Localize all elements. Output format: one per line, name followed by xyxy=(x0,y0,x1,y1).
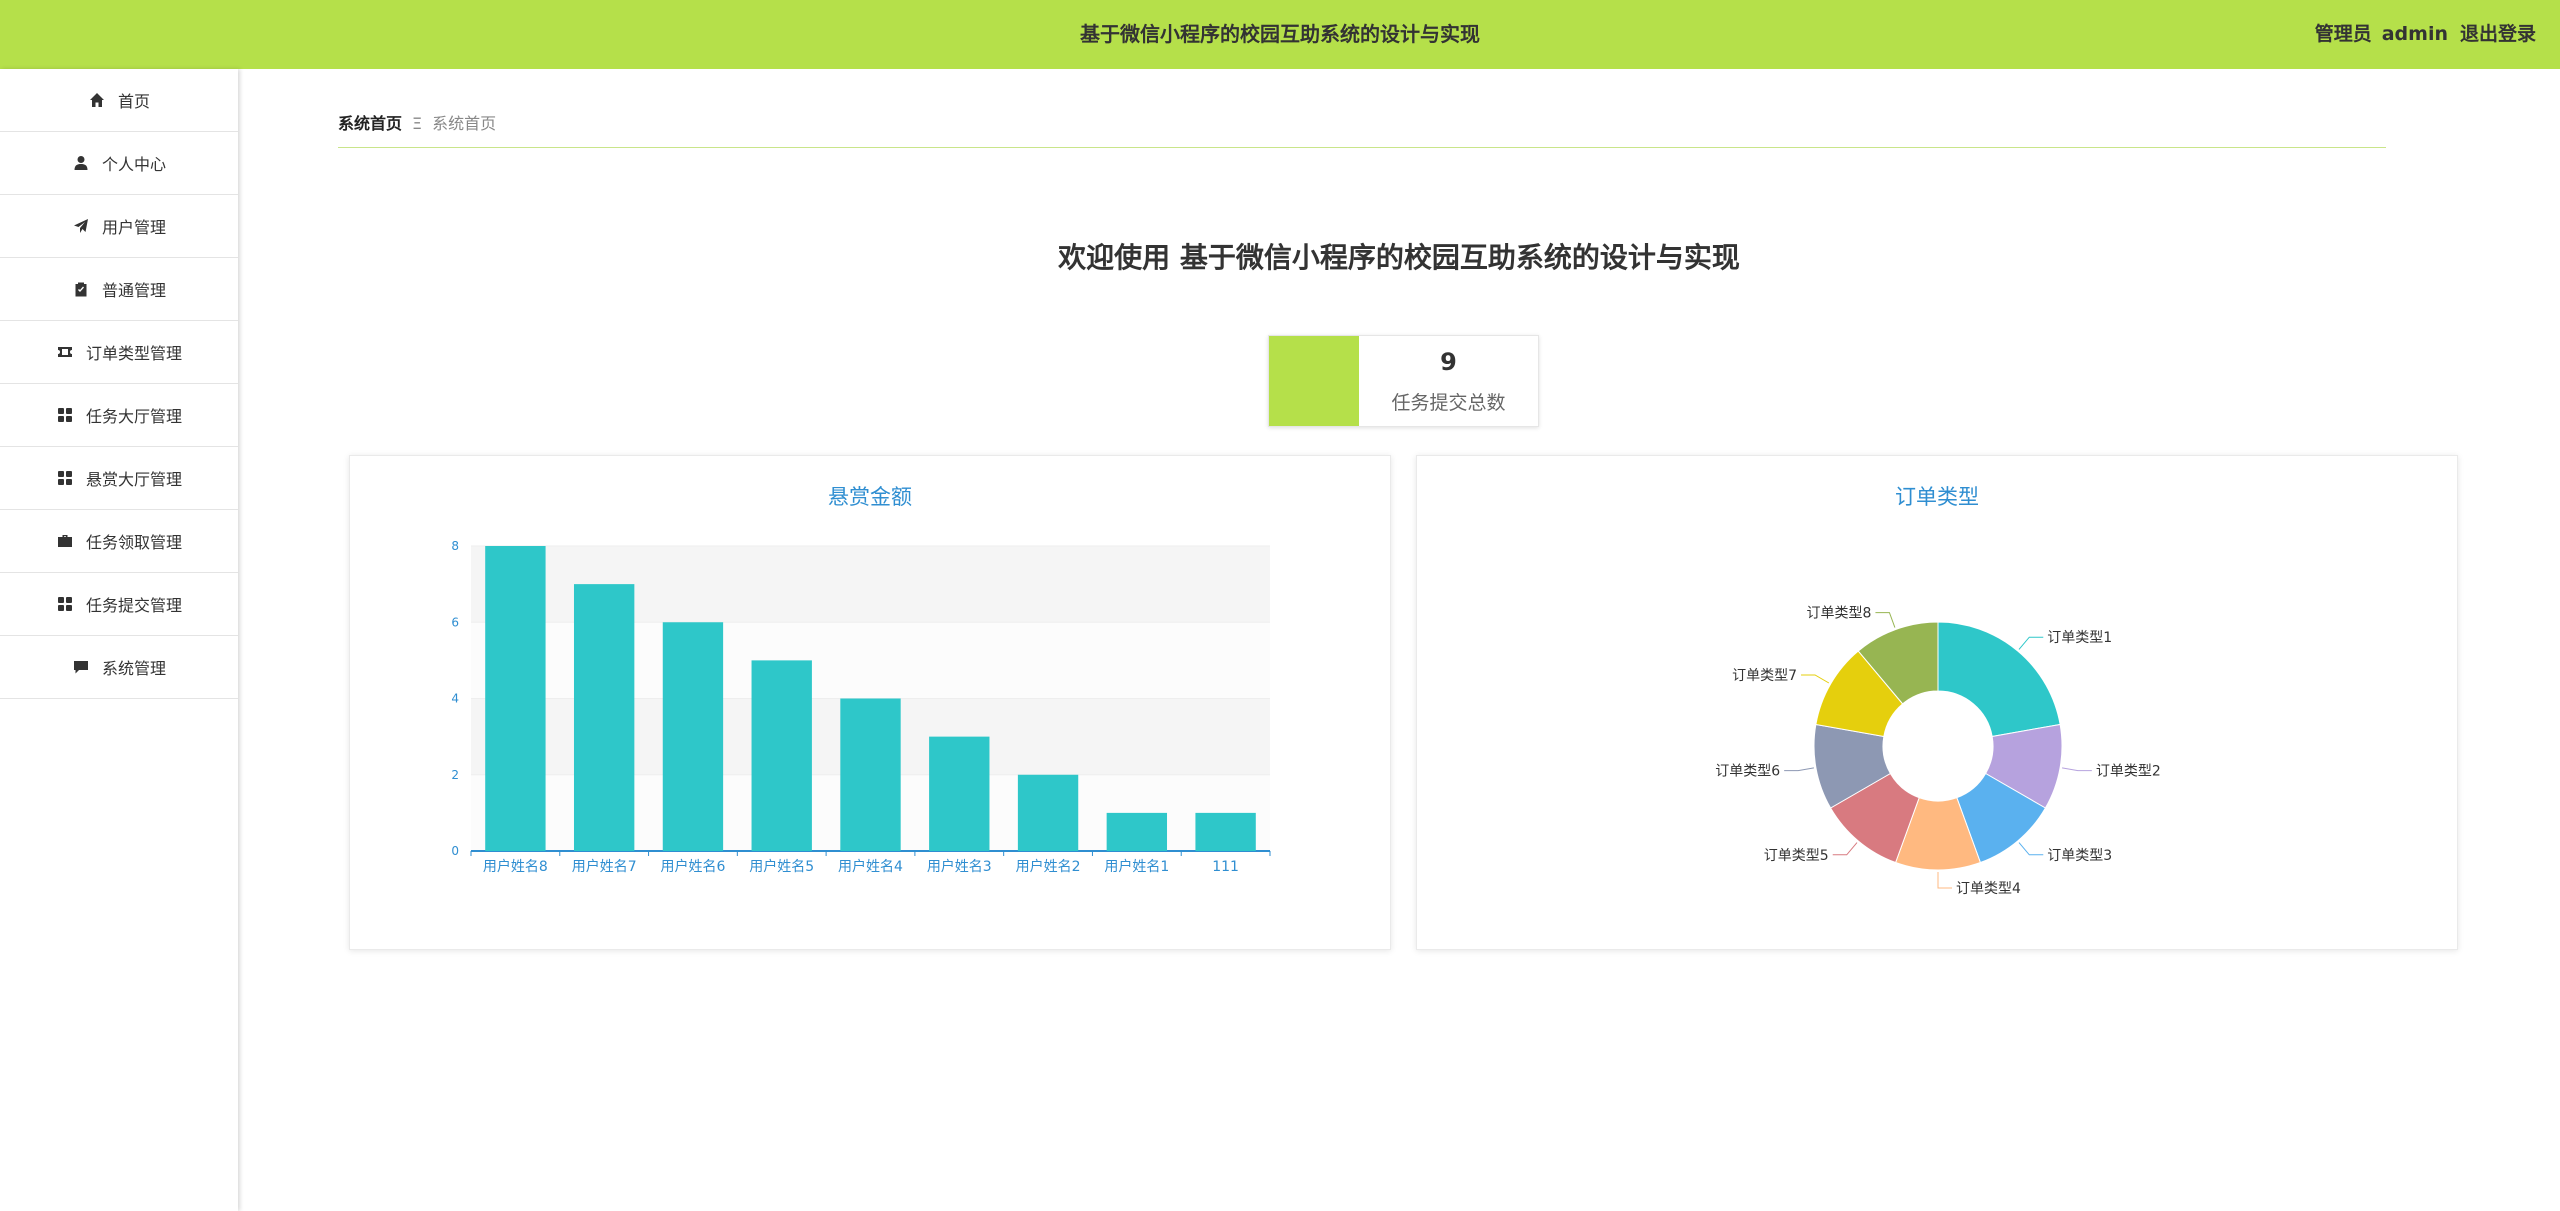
sidebar-item-general[interactable]: 普通管理 xyxy=(0,258,238,321)
x-tick-label: 用户姓名3 xyxy=(927,858,992,875)
bar[interactable] xyxy=(751,660,812,851)
bar[interactable] xyxy=(840,698,901,852)
sidebar-item-system[interactable]: 系统管理 xyxy=(0,636,238,699)
user-icon xyxy=(72,154,90,172)
clipboard-icon xyxy=(72,280,90,298)
sidebar-item-label: 用户管理 xyxy=(101,218,166,237)
paper-plane-icon xyxy=(72,217,90,235)
sidebar-item-label: 普通管理 xyxy=(101,281,166,300)
pie-label: 订单类型8 xyxy=(1807,606,1872,622)
grid-icon xyxy=(56,595,74,613)
sidebar-item-users[interactable]: 用户管理 xyxy=(0,195,238,258)
reward-amount-panel: 悬赏金额 0 2 4 6 8 用户姓名8 用户姓名7 用户姓名6 用户姓名5 用户姓名4 用户姓名3… xyxy=(349,455,1391,950)
grid-icon xyxy=(56,406,74,424)
pie-label: 订单类型2 xyxy=(2096,764,2161,780)
briefcase-icon xyxy=(56,532,74,550)
stat-card: 9 任务提交总数 xyxy=(1268,335,1539,427)
x-tick-label: 用户姓名8 xyxy=(483,858,548,875)
pie-slice[interactable] xyxy=(1937,621,2061,738)
pie-label: 订单类型7 xyxy=(1732,668,1797,684)
breadcrumb: 系统首页 Ξ 系统首页 xyxy=(338,110,2386,148)
bar[interactable] xyxy=(573,584,635,851)
role-label: 管理员 xyxy=(2314,23,2372,45)
x-tick-label: 用户姓名2 xyxy=(1016,858,1081,875)
x-tick-label: 111 xyxy=(1212,859,1239,875)
sidebar-item-order-types[interactable]: 订单类型管理 xyxy=(0,321,238,384)
sidebar-item-label: 任务领取管理 xyxy=(85,533,182,552)
bar[interactable] xyxy=(662,622,724,851)
pie-leader-line xyxy=(2018,842,2044,856)
sidebar-item-task-submit[interactable]: 任务提交管理 xyxy=(0,573,238,636)
sidebar: 首页 个人中心 用户管理 普通管理 订单类型管理 任务大厅管理 悬赏大厅管理 任… xyxy=(0,69,238,1211)
sidebar-item-task-hall[interactable]: 任务大厅管理 xyxy=(0,384,238,447)
sidebar-item-task-claim[interactable]: 任务领取管理 xyxy=(0,510,238,573)
y-tick-label: 8 xyxy=(451,539,459,553)
pie-leader-line xyxy=(1801,674,1830,684)
pie-leader-line xyxy=(1832,842,1858,856)
order-type-panel: 订单类型 订单类型1 订单类型2 订单类型3 订单类型4 订单类型5 订单类型6 订单类型7… xyxy=(1416,455,2458,950)
sidebar-item-home[interactable]: 首页 xyxy=(0,69,238,132)
x-tick-label: 用户姓名5 xyxy=(749,858,814,875)
welcome-heading: 欢迎使用 基于微信小程序的校园互助系统的设计与实现 xyxy=(1058,241,1740,274)
pie-label: 订单类型4 xyxy=(1956,881,2021,897)
sidebar-item-label: 任务提交管理 xyxy=(85,596,182,615)
sidebar-item-label: 个人中心 xyxy=(101,155,166,174)
sidebar-item-profile[interactable]: 个人中心 xyxy=(0,132,238,195)
bar[interactable] xyxy=(1017,774,1079,851)
pie-leader-line xyxy=(2061,767,2092,772)
bar[interactable] xyxy=(1195,812,1256,851)
bar[interactable] xyxy=(485,546,546,851)
sidebar-item-reward-hall[interactable]: 悬赏大厅管理 xyxy=(0,447,238,510)
sidebar-item-label: 悬赏大厅管理 xyxy=(85,470,182,489)
y-tick-label: 2 xyxy=(451,768,459,782)
home-icon xyxy=(88,91,106,109)
y-tick-label: 4 xyxy=(451,692,459,706)
x-tick-label: 用户姓名6 xyxy=(660,858,725,875)
pie-leader-line xyxy=(1875,612,1896,628)
stat-label: 任务提交总数 xyxy=(1391,392,1506,414)
bar[interactable] xyxy=(929,736,990,851)
logout-button[interactable]: 退出登录 xyxy=(2460,23,2536,45)
breadcrumb-separator: Ξ xyxy=(412,114,423,133)
x-tick-label: 用户姓名4 xyxy=(838,858,903,875)
stat-color-block xyxy=(1269,336,1359,426)
stat-value: 9 xyxy=(1440,348,1457,376)
username: admin xyxy=(2381,23,2448,45)
user-area: 管理员 admin 退出登录 xyxy=(2305,0,2536,69)
y-tick-label: 6 xyxy=(451,615,459,629)
sidebar-item-label: 首页 xyxy=(117,92,150,111)
sidebar-item-label: 系统管理 xyxy=(101,659,166,678)
chat-icon xyxy=(72,658,90,676)
pie-chart: 订单类型1 订单类型2 订单类型3 订单类型4 订单类型5 订单类型6 订单类型7 订单类型8 xyxy=(1715,606,2161,897)
pie-label: 订单类型3 xyxy=(2047,848,2112,864)
ticket-icon xyxy=(56,343,74,361)
pie-label: 订单类型6 xyxy=(1715,764,1780,780)
x-tick-label: 用户姓名1 xyxy=(1104,858,1169,875)
pie-leader-line xyxy=(2018,636,2044,650)
bar[interactable] xyxy=(1106,812,1168,851)
top-header: 基于微信小程序的校园互助系统的设计与实现 管理员 admin 退出登录 xyxy=(0,0,2560,69)
app-title: 基于微信小程序的校园互助系统的设计与实现 xyxy=(1080,22,1480,46)
sidebar-item-label: 任务大厅管理 xyxy=(85,407,182,426)
bar-chart: 0 2 4 6 8 用户姓名8 用户姓名7 用户姓名6 用户姓名5 用户姓名4 用户姓名3 用户姓名2… xyxy=(451,539,1271,875)
grid-icon xyxy=(56,469,74,487)
pie-leader-line xyxy=(1784,767,1815,772)
pie-leader-line xyxy=(1937,872,1952,889)
pie-label: 订单类型5 xyxy=(1764,848,1829,864)
pie-label: 订单类型1 xyxy=(2047,630,2112,646)
breadcrumb-home[interactable]: 系统首页 xyxy=(338,114,402,133)
x-tick-label: 用户姓名7 xyxy=(572,858,637,875)
breadcrumb-current: 系统首页 xyxy=(432,114,497,133)
y-tick-label: 0 xyxy=(451,844,459,858)
sidebar-item-label: 订单类型管理 xyxy=(85,344,182,363)
